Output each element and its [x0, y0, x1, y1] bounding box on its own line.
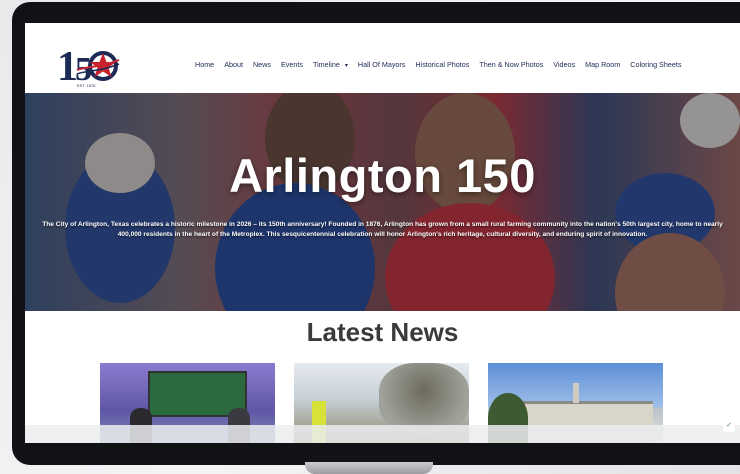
hero-description: The City of Arlington, Texas celebrates …	[42, 221, 723, 238]
recaptcha-icon[interactable]: ✓	[723, 420, 735, 432]
nav-events[interactable]: Events	[276, 60, 308, 69]
monitor-stand	[305, 462, 433, 474]
nav-timeline-label: Timeline	[312, 60, 340, 69]
latest-news-heading: Latest News	[306, 317, 459, 347]
nav-hall-of-mayors[interactable]: Hall Of Mayors	[353, 60, 411, 69]
nav-videos[interactable]: Videos	[548, 60, 580, 69]
nav-then-now-photos[interactable]: Then & Now Photos	[474, 60, 548, 69]
arlington-150-logo[interactable]: 1 5 EST. 1876	[55, 40, 121, 88]
nav-about[interactable]: About	[219, 60, 248, 69]
nav-map-room[interactable]: Map Room	[580, 60, 625, 69]
site-header: 1 5 EST. 1876 Home About News Events Tim…	[25, 23, 740, 93]
chevron-down-icon[interactable]: ▾	[345, 63, 348, 69]
screen-reflection	[25, 425, 740, 443]
nav-news[interactable]: News	[248, 60, 276, 69]
hero-title: Arlington 150	[229, 149, 536, 202]
nav-home[interactable]: Home	[190, 60, 219, 69]
nav-timeline[interactable]: Timeline ▾	[308, 60, 353, 69]
logo-subtext: EST. 1876	[77, 83, 96, 88]
tree-image	[379, 363, 469, 433]
hero-banner: Arlington 150 The City of Arlington, Tex…	[25, 93, 740, 311]
main-nav: Home About News Events Timeline ▾ Hall Of…	[190, 60, 686, 69]
building-tower	[573, 383, 579, 403]
nav-historical-photos[interactable]: Historical Photos	[410, 60, 474, 69]
browser-screen: 1 5 EST. 1876 Home About News Events Tim…	[25, 23, 740, 443]
nav-coloring-sheets[interactable]: Coloring Sheets	[625, 60, 686, 69]
